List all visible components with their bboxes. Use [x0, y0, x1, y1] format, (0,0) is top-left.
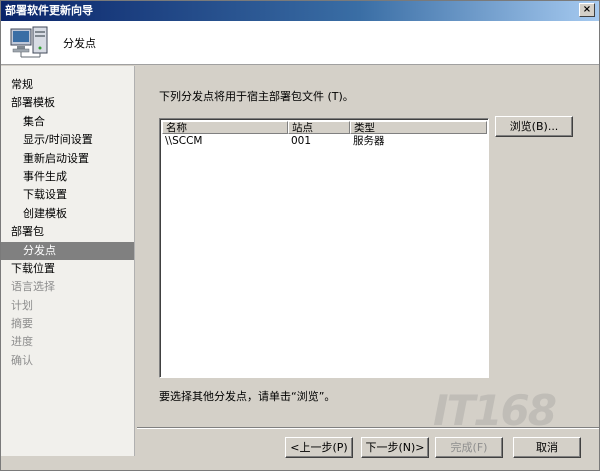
cell-name: \\SCCM — [165, 135, 203, 147]
browse-button[interactable]: 浏览(B)... — [495, 116, 573, 137]
nav-item-restart-settings[interactable]: 重新启动设置 — [1, 150, 134, 168]
cancel-button[interactable]: 取消 — [513, 437, 581, 458]
nav-item-deployment-template[interactable]: 部署模板 — [1, 94, 134, 112]
list-header: 名称 站点 类型 — [162, 121, 487, 134]
nav-item-confirmation: 确认 — [11, 353, 33, 367]
nav-item-download-settings[interactable]: 下载设置 — [1, 186, 134, 204]
nav-item-create-template[interactable]: 创建模板 — [1, 205, 134, 223]
close-icon[interactable]: × — [579, 3, 595, 17]
column-header-type[interactable]: 类型 — [350, 121, 487, 134]
page-title: 分发点 — [63, 37, 96, 50]
nav-item-general[interactable]: 常规 — [1, 76, 134, 94]
nav-item-download-location[interactable]: 下载位置 — [1, 260, 134, 278]
wizard-nav: 常规 部署模板 集合 显示/时间设置 重新启动设置 事件生成 下载设置 创建模板… — [1, 66, 135, 456]
wizard-header: 分发点 — [1, 21, 599, 65]
column-header-name[interactable]: 名称 — [162, 121, 288, 134]
watermark-logo: IT168 — [433, 386, 557, 435]
cell-site: 001 — [291, 135, 312, 147]
wizard-window: 部署软件更新向导 × 分发点 常规 部署模板 集合 显示/时间设置 重新启动设置… — [0, 0, 600, 471]
nav-item-collection[interactable]: 集合 — [1, 113, 134, 131]
nav-item-progress: 进度 — [11, 335, 33, 349]
hint-text: 要选择其他分发点，请单击“浏览”。 — [159, 390, 336, 403]
cell-type: 服务器 — [353, 135, 385, 147]
distribution-points-list[interactable]: 名称 站点 类型 \\SCCM 001 服务器 — [159, 118, 489, 378]
back-button[interactable]: <上一步(P) — [285, 437, 353, 458]
nav-item-event-generation[interactable]: 事件生成 — [1, 168, 134, 186]
nav-item-distribution-points[interactable]: 分发点 — [1, 241, 134, 260]
nav-item-display-time-settings[interactable]: 显示/时间设置 — [1, 131, 134, 149]
nav-item-schedule: 计划 — [11, 298, 33, 312]
list-item[interactable]: \\SCCM 001 服务器 — [162, 135, 487, 148]
next-button[interactable]: 下一步(N)> — [361, 437, 429, 458]
title-bar: 部署软件更新向导 × — [1, 1, 599, 21]
instruction-text: 下列分发点将用于宿主部署包文件 (T)。 — [159, 90, 354, 103]
nav-item-language-selection: 语言选择 — [11, 280, 55, 294]
window-title: 部署软件更新向导 — [5, 4, 93, 17]
wizard-content: 下列分发点将用于宿主部署包文件 (T)。 名称 站点 类型 \\SCCM 001… — [137, 66, 599, 431]
nav-item-summary: 摘要 — [11, 317, 33, 331]
computer-network-icon — [10, 26, 48, 58]
finish-button: 完成(F) — [435, 437, 503, 458]
nav-item-deployment-package[interactable]: 部署包 — [1, 223, 134, 241]
column-header-site[interactable]: 站点 — [288, 121, 350, 134]
